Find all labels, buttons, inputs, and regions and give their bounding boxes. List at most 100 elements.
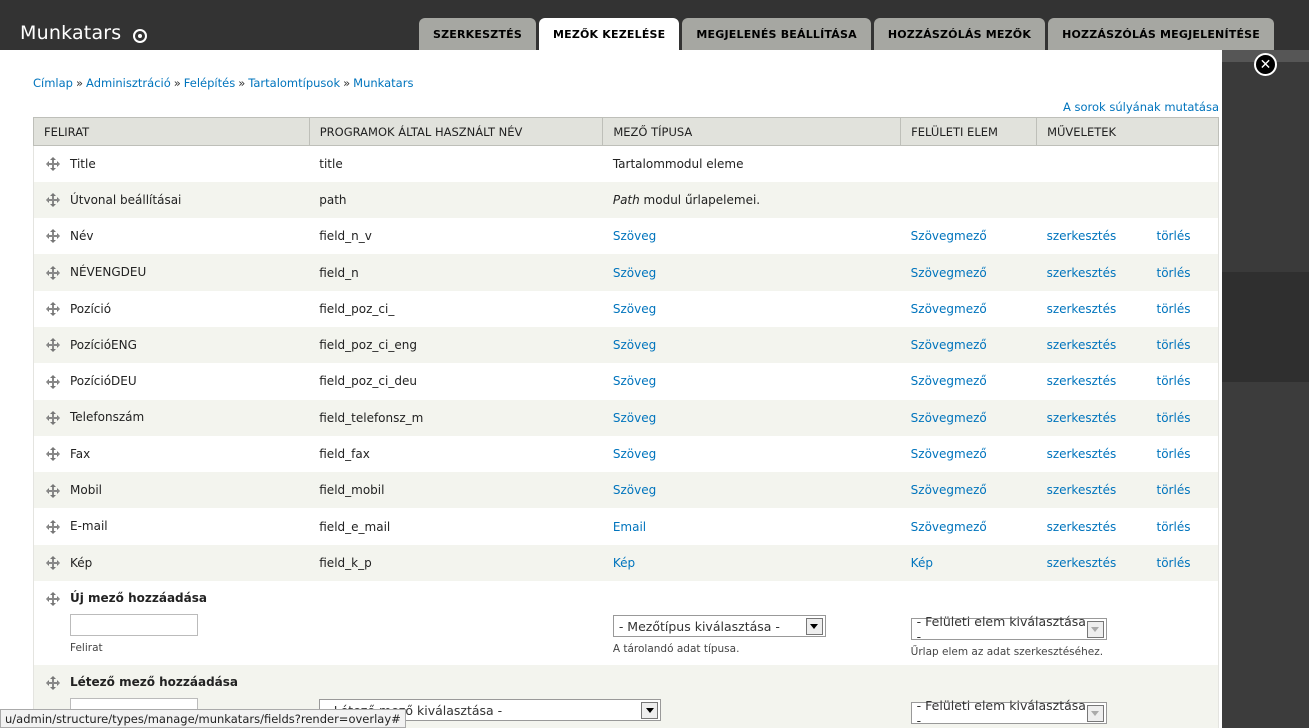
edit-link[interactable]: szerkesztés	[1047, 302, 1117, 316]
new-field-widget-help: Űrlap elem az adat szerkesztéséhez.	[910, 646, 1104, 659]
edit-link[interactable]: szerkesztés	[1047, 374, 1117, 388]
add-shortcut-icon[interactable]	[133, 29, 147, 43]
delete-link[interactable]: törlés	[1157, 338, 1191, 352]
field-label: NÉVENGDEU	[70, 265, 147, 280]
edit-link[interactable]: szerkesztés	[1047, 229, 1117, 243]
field-type-link[interactable]: Szöveg	[613, 229, 656, 243]
field-label: E-mail	[70, 519, 108, 534]
edit-link[interactable]: szerkesztés	[1047, 556, 1117, 570]
drag-handle-icon[interactable]	[46, 410, 60, 425]
edit-link[interactable]: szerkesztés	[1047, 338, 1117, 352]
table-row: Title title Tartalommodul eleme	[33, 145, 1219, 182]
edit-link[interactable]: szerkesztés	[1047, 411, 1117, 425]
header-operations: MŰVELETEK	[1036, 117, 1219, 146]
field-type-link[interactable]: Szöveg	[613, 302, 656, 316]
field-machine-name: field_fax	[319, 447, 370, 462]
field-machine-name: field_mobil	[319, 483, 385, 498]
tab-manage-fields[interactable]: MEZŐK KEZELÉSE	[538, 18, 680, 50]
drag-handle-icon[interactable]	[46, 374, 60, 389]
field-type-link[interactable]: Szöveg	[613, 483, 656, 497]
field-type-module: Path	[612, 192, 640, 207]
field-widget-link[interactable]: Szövegmező	[911, 520, 987, 534]
drag-handle-icon[interactable]	[46, 519, 60, 534]
existing-field-widget-select[interactable]: - Felületi elem kiválasztása -	[910, 698, 1107, 728]
chevron-down-icon	[805, 617, 823, 635]
field-type-link[interactable]: Szöveg	[613, 266, 656, 280]
field-type-link[interactable]: Email	[613, 520, 646, 534]
field-label: Mobil	[70, 483, 102, 498]
drag-handle-icon[interactable]	[46, 338, 60, 353]
new-field-widget-select[interactable]: - Felületi elem kiválasztása -	[910, 614, 1107, 644]
edit-link[interactable]: szerkesztés	[1047, 483, 1117, 497]
breadcrumb: Címlap» Adminisztráció» Felépítés» Tartalom…	[33, 76, 414, 90]
drag-handle-icon[interactable]	[46, 265, 60, 280]
chevron-down-icon	[1087, 704, 1104, 722]
breadcrumb-admin[interactable]: Adminisztráció	[86, 76, 171, 90]
drag-handle-icon[interactable]	[46, 675, 60, 690]
edit-link[interactable]: szerkesztés	[1047, 266, 1117, 280]
delete-link[interactable]: törlés	[1157, 302, 1191, 316]
field-widget-link[interactable]: Szövegmező	[911, 411, 987, 425]
primary-tabs: SZERKESZTÉS MEZŐK KEZELÉSE MEGJELENÉS BE…	[419, 18, 1275, 50]
tab-edit[interactable]: SZERKESZTÉS	[419, 18, 536, 50]
delete-link[interactable]: törlés	[1157, 374, 1191, 388]
field-machine-name: title	[319, 156, 343, 171]
drag-handle-icon[interactable]	[46, 447, 60, 462]
field-widget-link[interactable]: Kép	[911, 556, 933, 570]
field-label: PozícióENG	[70, 337, 137, 352]
drag-handle-icon[interactable]	[46, 157, 60, 172]
field-type-link[interactable]: Szöveg	[613, 374, 656, 388]
breadcrumb-content-types[interactable]: Tartalomtípusok	[248, 76, 340, 90]
field-widget-link[interactable]: Szövegmező	[911, 447, 987, 461]
table-row: Név field_n_v Szöveg Szövegmező szerkesztés t…	[33, 218, 1219, 255]
tab-comment-fields[interactable]: HOZZÁSZÓLÁS MEZŐK	[873, 18, 1046, 50]
drag-handle-icon[interactable]	[46, 229, 60, 244]
new-field-type-select[interactable]: - Mezőtípus kiválasztása -	[612, 615, 826, 638]
field-label: PozícióDEU	[70, 374, 137, 389]
delete-link[interactable]: törlés	[1157, 447, 1191, 461]
header-machine-name: PROGRAMOK ÁLTAL HASZNÁLT NÉV	[309, 117, 604, 146]
field-widget-link[interactable]: Szövegmező	[911, 483, 987, 497]
table-row: Kép field_k_p Kép Kép szerkesztés törlés	[33, 544, 1219, 582]
field-widget-link[interactable]: Szövegmező	[911, 302, 987, 316]
header-field-type: MEZŐ TÍPUSA	[602, 117, 902, 146]
field-widget-link[interactable]: Szövegmező	[911, 374, 987, 388]
delete-link[interactable]: törlés	[1157, 483, 1191, 497]
delete-link[interactable]: törlés	[1157, 556, 1191, 570]
field-machine-name: field_poz_ci_	[319, 301, 395, 316]
delete-link[interactable]: törlés	[1157, 411, 1191, 425]
tab-comment-display[interactable]: HOZZÁSZÓLÁS MEGJELENÍTÉSE	[1048, 18, 1275, 50]
field-type-link[interactable]: Kép	[613, 556, 635, 570]
drag-handle-icon[interactable]	[46, 193, 60, 208]
new-field-label-input[interactable]	[70, 613, 198, 636]
table-row: PozícióENG field_poz_ci_eng Szöveg Szövegme…	[33, 326, 1219, 364]
breadcrumb-munkatars[interactable]: Munkatars	[353, 76, 413, 90]
delete-link[interactable]: törlés	[1157, 229, 1191, 243]
field-type: Tartalommodul eleme	[612, 156, 744, 171]
field-widget-link[interactable]: Szövegmező	[911, 338, 987, 352]
drag-handle-icon[interactable]	[46, 302, 60, 317]
field-machine-name: path	[319, 192, 347, 207]
table-row: Telefonszám field_telefonsz_m Szöveg Szöveg…	[33, 399, 1219, 436]
edit-link[interactable]: szerkesztés	[1047, 447, 1117, 461]
field-widget-link[interactable]: Szövegmező	[911, 229, 987, 243]
field-widget-link[interactable]: Szövegmező	[911, 266, 987, 280]
show-row-weights-link[interactable]: A sorok súlyának mutatása	[1063, 100, 1219, 114]
field-type-link[interactable]: Szöveg	[613, 411, 656, 425]
breadcrumb-home[interactable]: Címlap	[33, 76, 73, 90]
tab-manage-display[interactable]: MEGJELENÉS BEÁLLÍTÁSA	[682, 18, 871, 50]
drag-handle-icon[interactable]	[46, 483, 60, 498]
edit-link[interactable]: szerkesztés	[1047, 520, 1117, 534]
table-row: NÉVENGDEU field_n Szöveg Szövegmező szerkesz…	[33, 254, 1219, 291]
field-type-link[interactable]: Szöveg	[613, 447, 656, 461]
drag-handle-icon[interactable]	[46, 591, 60, 606]
breadcrumb-structure[interactable]: Felépítés	[184, 76, 235, 90]
close-overlay-icon[interactable]: ✕	[1254, 53, 1277, 76]
drag-handle-icon[interactable]	[46, 556, 60, 571]
top-bar: Munkatars SZERKESZTÉS MEZŐK KEZELÉSE MEG…	[0, 0, 1309, 50]
delete-link[interactable]: törlés	[1157, 520, 1191, 534]
field-machine-name: field_telefonsz_m	[319, 410, 424, 425]
field-label: Telefonszám	[70, 410, 145, 425]
delete-link[interactable]: törlés	[1157, 266, 1191, 280]
field-type-link[interactable]: Szöveg	[613, 338, 656, 352]
